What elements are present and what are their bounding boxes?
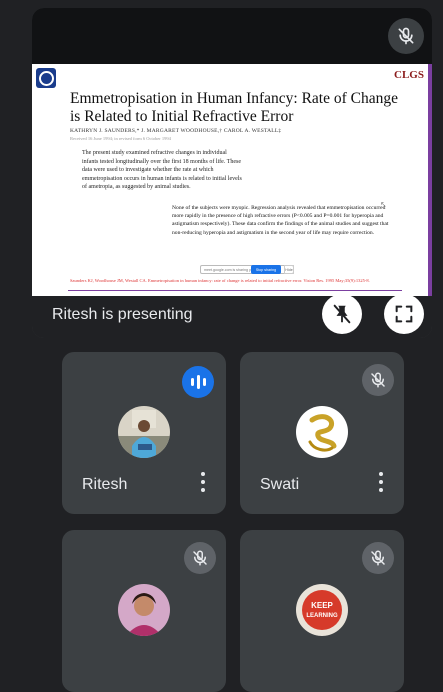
clgs-logo: CLGS (394, 69, 424, 81)
slide-divider (68, 290, 402, 291)
hide-button[interactable]: Hide (284, 265, 294, 274)
presenter-status: Ritesh is presenting (52, 306, 193, 323)
learning-text: LEARNING (306, 613, 338, 619)
slide-result-text: None of the subjects were myopic. Regres… (172, 205, 389, 236)
presenter-mic-off-icon (388, 18, 424, 54)
slide-title: Emmetropisation in Human Infancy: Rate o… (70, 90, 398, 125)
avatar-ritesh (118, 406, 170, 458)
participant-tile-ritesh[interactable]: Ritesh (62, 352, 226, 514)
participant-tile-4[interactable]: KEEP LEARNING (240, 530, 404, 692)
presentation-footer: Ritesh is presenting (32, 294, 432, 338)
avatar-swati (296, 406, 348, 458)
slide-meta: Received 16 June 1994; in revised form 6… (70, 136, 171, 141)
unpin-button[interactable] (322, 294, 362, 334)
audio-wave-icon (182, 366, 214, 398)
pin-off-icon (333, 304, 351, 324)
participant-name: Swati (260, 476, 300, 493)
mic-off-icon (362, 542, 394, 574)
avatar-keep-learning: KEEP LEARNING (296, 584, 348, 636)
keep-text: KEEP (311, 601, 333, 610)
mic-off-icon (362, 364, 394, 396)
slide-citation: Saunders KJ, Woodhouse JM, Westall CA. E… (70, 278, 370, 283)
presentation-header (32, 8, 432, 64)
more-options-button[interactable] (198, 472, 208, 498)
slide-accent-bar (428, 64, 432, 296)
shared-screen-slide: CLGS Emmetropisation in Human Infancy: R… (32, 64, 432, 296)
slide-authors: KATHRYN J. SAUNDERS,* J. MARGARET WOODHO… (70, 128, 282, 134)
participant-tile-swati[interactable]: Swati (240, 352, 404, 514)
fullscreen-button[interactable] (384, 294, 424, 334)
participant-name: Ritesh (82, 476, 128, 493)
slide-abstract: The present study examined refractive ch… (82, 150, 242, 190)
presentation-tile[interactable]: CLGS Emmetropisation in Human Infancy: R… (32, 8, 432, 338)
participant-tile-3[interactable] (62, 530, 226, 692)
more-options-button[interactable] (376, 472, 386, 498)
journal-logo-icon (36, 68, 56, 88)
mic-off-icon (184, 542, 216, 574)
fullscreen-icon (395, 305, 413, 323)
avatar-participant-3 (118, 584, 170, 636)
stop-sharing-button[interactable]: Stop sharing (251, 265, 281, 274)
